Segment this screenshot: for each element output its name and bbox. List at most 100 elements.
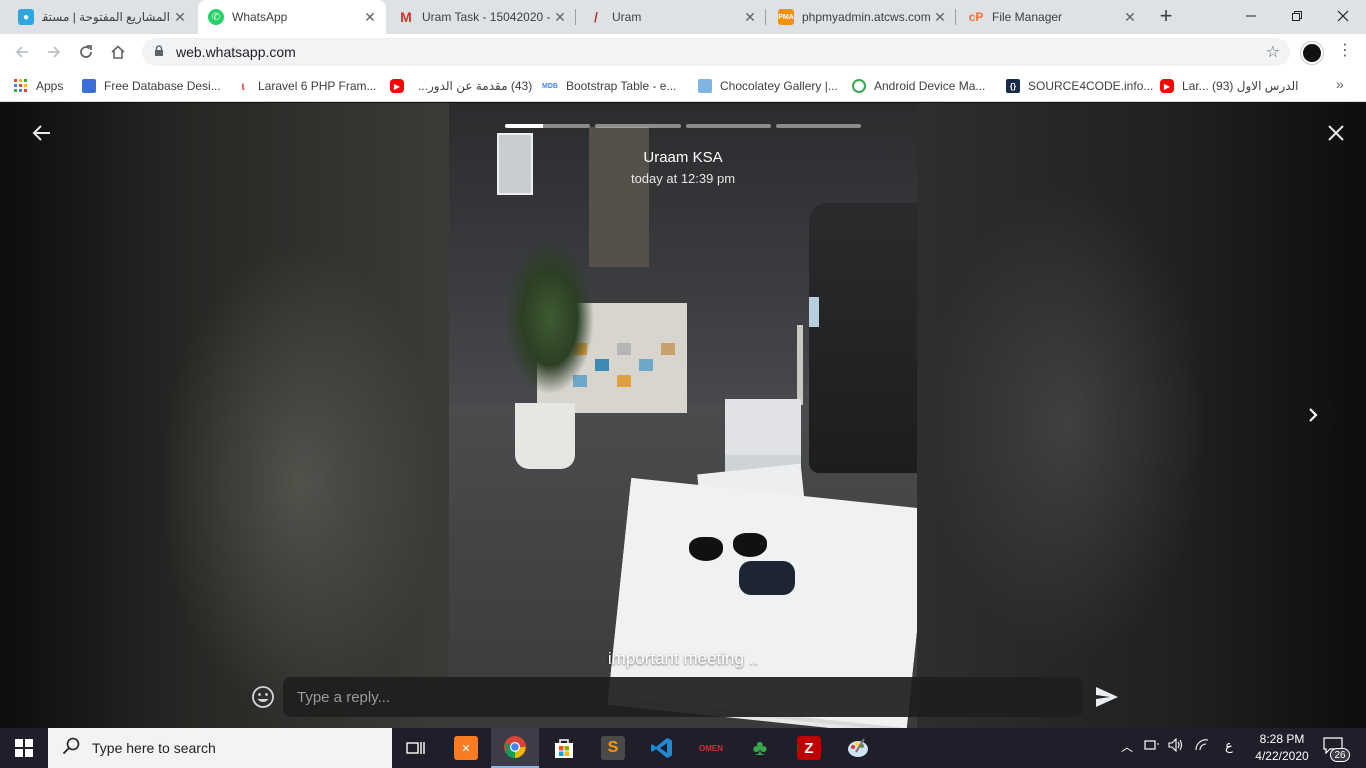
mdb-icon: MDB <box>542 82 558 90</box>
blurred-background-left <box>0 103 449 728</box>
browser-toolbar: web.whatsapp.com ☆ ⋮ <box>0 34 1366 70</box>
close-tab-icon[interactable]: ✕ <box>930 9 950 26</box>
sublime-text-icon: S <box>601 736 625 760</box>
tab-file-manager[interactable]: cP File Manager ✕ <box>958 0 1146 34</box>
home-button[interactable] <box>106 40 130 64</box>
back-button[interactable] <box>10 40 34 64</box>
volume-icon[interactable] <box>1168 737 1184 755</box>
start-button[interactable] <box>0 728 48 768</box>
send-icon <box>1096 687 1118 707</box>
notification-count-badge: 26 <box>1330 748 1350 762</box>
arrow-left-icon <box>32 125 50 141</box>
vscode-icon <box>650 736 674 760</box>
tab-whatsapp[interactable]: ✆ WhatsApp ✕ <box>198 0 386 34</box>
phpmyadmin-icon: PMA <box>778 9 794 25</box>
bookmark-free-database[interactable]: Free Database Desi... <box>82 76 221 96</box>
taskbar-search[interactable]: Type here to search <box>48 728 392 768</box>
close-tab-icon[interactable]: ✕ <box>740 9 760 26</box>
clock-time[interactable]: 8:28 PM <box>1250 732 1314 746</box>
close-tab-icon[interactable]: ✕ <box>360 9 380 26</box>
close-tab-icon[interactable]: ✕ <box>1120 9 1140 26</box>
close-tab-icon[interactable]: ✕ <box>550 9 570 26</box>
store-icon <box>552 736 576 760</box>
bookmark-youtube-2[interactable]: ▶ Lar... الدرس الاول (93) <box>1160 76 1298 96</box>
tab-gmail[interactable]: M Uram Task - 15042020 - ✕ <box>388 0 576 34</box>
emoji-button[interactable] <box>250 684 276 710</box>
tab-phpmyadmin[interactable]: PMA phpmyadmin.atcws.com ✕ <box>768 0 956 34</box>
whatsapp-icon: ✆ <box>208 9 224 25</box>
tray-overflow-icon[interactable]: ︿ <box>1121 738 1133 755</box>
status-photo <box>449 103 917 728</box>
bookmark-label: Laravel 6 PHP Fram... <box>258 79 377 93</box>
close-status-button[interactable] <box>1324 121 1348 145</box>
task-view-button[interactable] <box>392 728 440 768</box>
bookmark-android-device-manager[interactable]: Android Device Ma... <box>852 76 985 96</box>
taskbar-app-filezilla[interactable]: Z <box>785 728 833 768</box>
arrow-left-icon <box>15 46 28 58</box>
bookmark-label: Bootstrap Table - e... <box>565 79 677 93</box>
tab-separator <box>765 9 766 25</box>
next-status-button[interactable] <box>1291 393 1335 437</box>
status-progress-segment <box>505 124 591 128</box>
omen-icon: OMEN <box>699 743 723 753</box>
bookmark-apps[interactable]: Apps <box>14 76 63 96</box>
reload-button[interactable] <box>74 40 98 64</box>
more-bookmarks-icon[interactable]: » <box>1336 76 1344 92</box>
reply-input[interactable] <box>283 677 1083 717</box>
taskbar-app-sublime-text[interactable]: S <box>589 728 637 768</box>
chrome-menu-icon[interactable]: ⋮ <box>1335 40 1355 60</box>
status-progress-fill <box>505 124 544 128</box>
back-button[interactable] <box>30 121 54 145</box>
taskbar-app-vscode[interactable] <box>638 728 686 768</box>
url-text[interactable]: web.whatsapp.com <box>176 44 296 60</box>
home-icon <box>111 45 125 59</box>
network-icon[interactable] <box>1144 738 1160 755</box>
send-button[interactable] <box>1093 683 1121 711</box>
taskbar-app-xampp[interactable]: ✕ <box>442 728 490 768</box>
smiley-icon <box>252 686 274 708</box>
bookmark-label: (43) مقدمة عن الدور... <box>418 79 533 93</box>
bookmark-laravel[interactable]: ɩ Laravel 6 PHP Fram... <box>236 76 377 96</box>
bookmark-source4code[interactable]: {} SOURCE4CODE.info... <box>1006 76 1153 96</box>
taskbar-app-omen[interactable]: OMEN <box>687 728 735 768</box>
taskbar-app-store[interactable] <box>540 728 588 768</box>
input-language-indicator[interactable]: ع <box>1225 738 1233 754</box>
youtube-icon: ▶ <box>390 79 404 93</box>
tab-title: Uram <box>612 10 642 24</box>
close-icon <box>1337 10 1349 22</box>
taskbar-app-clover[interactable]: ♣ <box>736 728 784 768</box>
chocolatey-icon <box>698 79 712 93</box>
bookmark-label: Free Database Desi... <box>104 79 221 93</box>
clock-date[interactable]: 4/22/2020 <box>1250 749 1314 763</box>
bookmark-label: Lar... الدرس الاول (93) <box>1182 79 1299 93</box>
status-viewer: Uraam KSA today at 12:39 pm important me… <box>0 103 1366 728</box>
bookmark-star-icon[interactable]: ☆ <box>1266 42 1280 62</box>
bookmark-chocolatey[interactable]: Chocolatey Gallery |... <box>698 76 838 96</box>
restore-button[interactable] <box>1274 0 1320 32</box>
apps-grid-icon <box>14 79 28 93</box>
wifi-icon[interactable] <box>1194 738 1210 755</box>
bookmark-bootstrap-table[interactable]: MDB Bootstrap Table - e... <box>542 76 676 96</box>
close-window-button[interactable] <box>1320 0 1366 32</box>
bookmark-youtube-1[interactable]: ▶ (43) مقدمة عن الدور... <box>390 76 532 96</box>
tab-title: WhatsApp <box>232 10 288 24</box>
tab-mostaql[interactable]: ● المشاريع المفتوحة | مستقل ✕ <box>8 0 196 34</box>
taskbar-app-paint[interactable] <box>834 728 882 768</box>
close-tab-icon[interactable]: ✕ <box>170 9 190 26</box>
minimize-icon <box>1246 15 1256 17</box>
mostaql-icon: ● <box>18 9 34 25</box>
chevron-right-icon <box>1309 408 1318 422</box>
windows-logo-icon <box>15 739 33 757</box>
tab-uram[interactable]: / Uram ✕ <box>578 0 766 34</box>
task-view-icon <box>406 742 425 754</box>
new-tab-button[interactable]: + <box>1154 5 1178 29</box>
forward-button[interactable] <box>42 40 66 64</box>
status-progress-bar <box>505 124 917 128</box>
cpanel-icon: cP <box>968 10 984 24</box>
address-bar[interactable]: web.whatsapp.com ☆ <box>142 38 1290 66</box>
profile-avatar[interactable] <box>1301 42 1323 64</box>
arrow-right-icon <box>48 46 61 58</box>
minimize-button[interactable] <box>1228 0 1274 32</box>
reply-bar <box>0 673 1366 723</box>
taskbar-app-chrome[interactable] <box>491 728 539 768</box>
